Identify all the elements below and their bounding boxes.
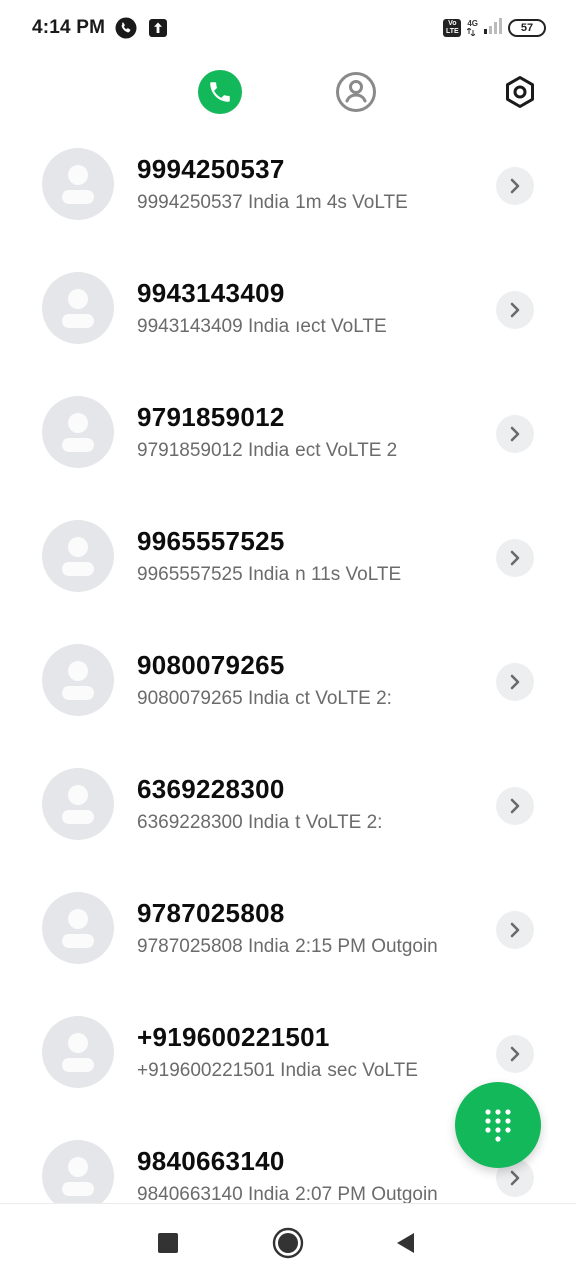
caller-number: 9965557525	[137, 526, 285, 556]
volte-top-label: Vo	[448, 20, 457, 27]
call-info: ıect VoLTE	[295, 316, 387, 337]
call-details-button[interactable]	[496, 663, 534, 701]
call-details: 9994250537 India 1m 4s VoLTE	[137, 192, 470, 216]
avatar	[42, 1016, 114, 1088]
chevron-right-icon	[510, 302, 520, 318]
call-log-item[interactable]: 9943143409 9943143409 India ıect VoLTE	[0, 248, 576, 372]
battery-indicator: 57	[508, 19, 546, 37]
caller-number: +919600221501	[137, 1022, 330, 1052]
signal-icon	[484, 17, 502, 39]
call-info: 1m 4s VoLTE	[295, 192, 408, 213]
call-log-item[interactable]: 9080079265 9080079265 India ct VoLTE 2:	[0, 620, 576, 744]
caller-number: 9840663140	[137, 1146, 285, 1176]
status-left: 4:14 PM	[32, 17, 169, 39]
settings-icon	[506, 76, 534, 108]
settings-button[interactable]	[498, 70, 542, 114]
status-time: 4:14 PM	[32, 17, 106, 38]
back-icon	[397, 1233, 414, 1253]
call-details: 9943143409 India ıect VoLTE	[137, 316, 470, 340]
call-log-list: 9994250537 9994250537 India 1m 4s VoLTE 9…	[0, 124, 576, 1240]
avatar	[42, 768, 114, 840]
tab-calls[interactable]	[198, 70, 242, 114]
avatar	[42, 520, 114, 592]
chevron-right-icon	[510, 674, 520, 690]
call-info: t VoLTE 2:	[295, 812, 383, 833]
number-location: +919600221501 India	[137, 1060, 322, 1081]
caller-number: 9787025808	[137, 898, 285, 928]
chevron-right-icon	[510, 1170, 520, 1186]
call-info: n 11s VoLTE	[295, 564, 402, 585]
call-details-button[interactable]	[496, 787, 534, 825]
avatar	[42, 272, 114, 344]
contacts-icon	[336, 72, 376, 112]
volte-bottom-label: LTE	[445, 28, 459, 35]
call-log-item[interactable]: 9787025808 9787025808 India 2:15 PM Outgo…	[0, 868, 576, 992]
avatar	[42, 892, 114, 964]
avatar	[42, 1140, 114, 1212]
caller-number: 9994250537	[137, 154, 285, 184]
avatar	[42, 396, 114, 468]
chevron-right-icon	[510, 178, 520, 194]
call-log-item[interactable]: 6369228300 6369228300 India t VoLTE 2:	[0, 744, 576, 868]
call-details: 9791859012 India ect VoLTE 2	[137, 440, 470, 464]
number-location: 6369228300 India	[137, 812, 290, 833]
call-log-item[interactable]: 9965557525 9965557525 India n 11s VoLTE	[0, 496, 576, 620]
number-location: 9787025808 India	[137, 936, 290, 957]
top-navigation	[0, 70, 576, 114]
caller-number: 6369228300	[137, 774, 285, 804]
call-details-button[interactable]	[496, 167, 534, 205]
upload-icon	[147, 17, 169, 39]
call-status-icon	[115, 17, 137, 39]
recent-apps-button[interactable]	[151, 1226, 185, 1260]
number-location: 9994250537 India	[137, 192, 290, 213]
call-details-button[interactable]	[496, 911, 534, 949]
call-details-button[interactable]	[496, 539, 534, 577]
call-log-item[interactable]: 9791859012 9791859012 India ect VoLTE 2	[0, 372, 576, 496]
call-details: 9080079265 India ct VoLTE 2:	[137, 688, 470, 712]
home-icon	[272, 1227, 304, 1259]
tab-contacts[interactable]	[334, 70, 378, 114]
back-button[interactable]	[388, 1226, 422, 1260]
dialpad-button[interactable]	[455, 1082, 541, 1168]
network-indicator: 4G	[467, 20, 478, 36]
call-details-button[interactable]	[496, 415, 534, 453]
call-log-item[interactable]: 9994250537 9994250537 India 1m 4s VoLTE	[0, 124, 576, 248]
caller-number: 9943143409	[137, 278, 285, 308]
call-info: ect VoLTE 2	[295, 440, 398, 461]
home-button[interactable]	[271, 1226, 305, 1260]
number-location: 9965557525 India	[137, 564, 290, 585]
avatar	[42, 148, 114, 220]
call-details: +919600221501 India sec VoLTE	[137, 1060, 470, 1084]
network-type-label: 4G	[467, 19, 478, 28]
chevron-right-icon	[510, 1046, 520, 1062]
chevron-right-icon	[510, 798, 520, 814]
status-bar: 4:14 PM Vo LTE 4G 57	[0, 0, 576, 56]
call-details-button[interactable]	[496, 1035, 534, 1073]
call-info: ct VoLTE 2:	[295, 688, 392, 709]
caller-number: 9791859012	[137, 402, 285, 432]
system-navigation-bar	[0, 1203, 576, 1280]
call-details: 6369228300 India t VoLTE 2:	[137, 812, 470, 836]
number-location: 9080079265 India	[137, 688, 290, 709]
call-details-button[interactable]	[496, 291, 534, 329]
status-right: Vo LTE 4G 57	[443, 17, 546, 39]
data-arrows-icon	[467, 28, 476, 36]
chevron-right-icon	[510, 922, 520, 938]
chevron-right-icon	[510, 550, 520, 566]
call-details: 9787025808 India 2:15 PM Outgoin	[137, 936, 470, 960]
avatar	[42, 644, 114, 716]
volte-badge: Vo LTE	[443, 19, 462, 37]
number-location: 9791859012 India	[137, 440, 290, 461]
phone-app-screen: 4:14 PM Vo LTE 4G 57 9994250537 99942505…	[0, 0, 576, 1280]
call-info: sec VoLTE	[327, 1060, 418, 1081]
caller-number: 9080079265	[137, 650, 285, 680]
chevron-right-icon	[510, 426, 520, 442]
phone-icon	[210, 82, 230, 102]
recent-apps-icon	[158, 1233, 178, 1253]
dialpad-icon	[485, 1109, 511, 1142]
call-info: 2:15 PM Outgoin	[295, 936, 438, 957]
call-details: 9965557525 India n 11s VoLTE	[137, 564, 470, 588]
number-location: 9943143409 India	[137, 316, 290, 337]
